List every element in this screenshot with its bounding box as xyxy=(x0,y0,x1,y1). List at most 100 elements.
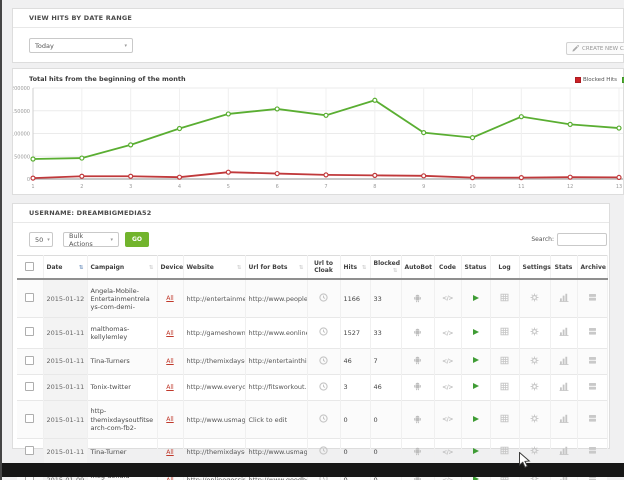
col-website[interactable]: Website⇅ xyxy=(183,256,245,280)
website-cell[interactable]: http://entertainmentrelays... xyxy=(183,279,245,318)
sort-icon[interactable]: ⇅ xyxy=(393,268,398,274)
row-select-cell xyxy=(17,400,43,438)
bulk-actions-select[interactable]: Bulk Actions ▾ xyxy=(63,232,119,247)
url-for-bots-cell[interactable]: Click to edit xyxy=(245,400,307,438)
url-for-bots-cell[interactable]: http://www.eonline.com/n... xyxy=(245,318,307,348)
website-cell[interactable]: http://www.usmagazine.c... xyxy=(183,400,245,438)
row-checkbox[interactable] xyxy=(25,327,34,336)
sort-icon[interactable]: ⇅ xyxy=(299,265,304,271)
col-url-for-bots[interactable]: Url for Bots⇅ xyxy=(245,256,307,280)
url-for-bots-cell[interactable]: http://www.people.com/ar... xyxy=(245,279,307,318)
row-checkbox[interactable] xyxy=(25,414,34,423)
col-blocked[interactable]: Blocked⇅ xyxy=(370,256,401,280)
device-link[interactable]: All xyxy=(166,358,173,365)
date-range-select[interactable]: Today ▾ xyxy=(29,38,133,53)
grid-icon[interactable] xyxy=(500,414,509,423)
select-all-checkbox[interactable] xyxy=(25,262,34,271)
sort-icon[interactable]: ⇅ xyxy=(149,265,154,271)
website-cell[interactable]: http://www.everydayfitnes... xyxy=(183,374,245,400)
archive-icon[interactable] xyxy=(588,382,597,391)
campaign-cell: Tonix-twitter xyxy=(87,374,157,400)
archive-icon[interactable] xyxy=(588,356,597,365)
archive-icon[interactable] xyxy=(588,327,597,336)
website-cell[interactable]: http://themixdaysoutfitser... xyxy=(183,439,245,465)
play-icon[interactable] xyxy=(473,416,479,422)
col-date[interactable]: Date⇅ xyxy=(43,256,87,280)
row-checkbox[interactable] xyxy=(25,293,34,302)
android-icon[interactable] xyxy=(413,381,422,391)
device-link[interactable]: All xyxy=(166,449,173,456)
bar-chart-icon[interactable] xyxy=(559,293,569,302)
clock-icon[interactable] xyxy=(319,414,328,423)
gear-icon[interactable] xyxy=(530,356,539,365)
code-icon[interactable]: </> xyxy=(442,384,453,391)
url-for-bots-cell[interactable]: http://entertainthis.usatod... xyxy=(245,348,307,374)
grid-icon[interactable] xyxy=(500,293,509,302)
url-to-cloak-cell xyxy=(307,439,340,465)
url-for-bots-cell[interactable]: http://www.usmagazine.c... xyxy=(245,439,307,465)
search-input[interactable] xyxy=(557,233,607,246)
play-icon[interactable] xyxy=(473,295,479,301)
col-hits[interactable]: Hits⇅ xyxy=(340,256,370,280)
gear-icon[interactable] xyxy=(530,414,539,423)
bar-chart-icon[interactable] xyxy=(559,446,569,455)
android-icon[interactable] xyxy=(413,446,422,456)
play-icon[interactable] xyxy=(473,329,479,335)
play-icon[interactable] xyxy=(473,357,479,363)
gear-icon[interactable] xyxy=(530,293,539,302)
play-icon[interactable] xyxy=(473,383,479,389)
grid-icon[interactable] xyxy=(500,382,509,391)
clock-icon[interactable] xyxy=(319,446,328,455)
bar-chart-icon[interactable] xyxy=(559,356,569,365)
clock-icon[interactable] xyxy=(319,327,328,336)
code-icon[interactable]: </> xyxy=(442,295,453,302)
row-checkbox[interactable] xyxy=(25,446,34,455)
select-all-header xyxy=(17,256,43,280)
clock-icon[interactable] xyxy=(319,293,328,302)
archive-cell xyxy=(577,348,607,374)
android-icon[interactable] xyxy=(413,414,422,424)
android-icon[interactable] xyxy=(413,355,422,365)
grid-icon[interactable] xyxy=(500,356,509,365)
archive-icon[interactable] xyxy=(588,446,597,455)
sort-icon[interactable]: ⇅ xyxy=(362,265,367,271)
code-icon[interactable]: </> xyxy=(442,330,453,337)
go-button[interactable]: GO xyxy=(125,232,149,247)
gear-icon[interactable] xyxy=(530,327,539,336)
device-link[interactable]: All xyxy=(166,295,173,302)
bar-chart-icon[interactable] xyxy=(559,382,569,391)
col-url-to-cloak[interactable]: Url to Cloak xyxy=(307,256,340,280)
website-cell[interactable]: http://gameshownews.net xyxy=(183,318,245,348)
archive-icon[interactable] xyxy=(588,414,597,423)
archive-icon[interactable] xyxy=(588,293,597,302)
stats-cell xyxy=(550,374,577,400)
device-link[interactable]: All xyxy=(166,416,173,423)
page-size-select[interactable]: 50 ▾ xyxy=(29,232,53,247)
sort-icon[interactable]: ⇅ xyxy=(237,265,242,271)
chevron-down-icon: ▾ xyxy=(47,237,50,243)
gear-icon[interactable] xyxy=(530,382,539,391)
clock-icon[interactable] xyxy=(319,356,328,365)
website-cell[interactable]: http://themixdaysoutfitser... xyxy=(183,348,245,374)
row-checkbox[interactable] xyxy=(25,382,34,391)
bar-chart-icon[interactable] xyxy=(559,414,569,423)
sort-icon[interactable]: ⇅ xyxy=(79,265,84,271)
code-icon[interactable]: </> xyxy=(442,416,453,423)
device-link[interactable]: All xyxy=(166,384,173,391)
create-campaign-button[interactable]: CREATE NEW CAMPAIGN xyxy=(566,42,624,55)
bar-chart-icon[interactable] xyxy=(559,327,569,336)
url-for-bots-cell[interactable]: http://fitsworkout.com/ xyxy=(245,374,307,400)
code-icon[interactable]: </> xyxy=(442,449,453,456)
row-checkbox[interactable] xyxy=(25,356,34,365)
play-icon[interactable] xyxy=(473,448,479,454)
col-campaign[interactable]: Campaign⇅ xyxy=(87,256,157,280)
grid-icon[interactable] xyxy=(500,327,509,336)
clock-icon[interactable] xyxy=(319,382,328,391)
android-icon[interactable] xyxy=(413,293,422,303)
col-device[interactable]: Device xyxy=(157,256,183,280)
row-select-cell xyxy=(17,439,43,465)
grid-icon[interactable] xyxy=(500,446,509,455)
device-link[interactable]: All xyxy=(166,330,173,337)
code-icon[interactable]: </> xyxy=(442,358,453,365)
android-icon[interactable] xyxy=(413,327,422,337)
